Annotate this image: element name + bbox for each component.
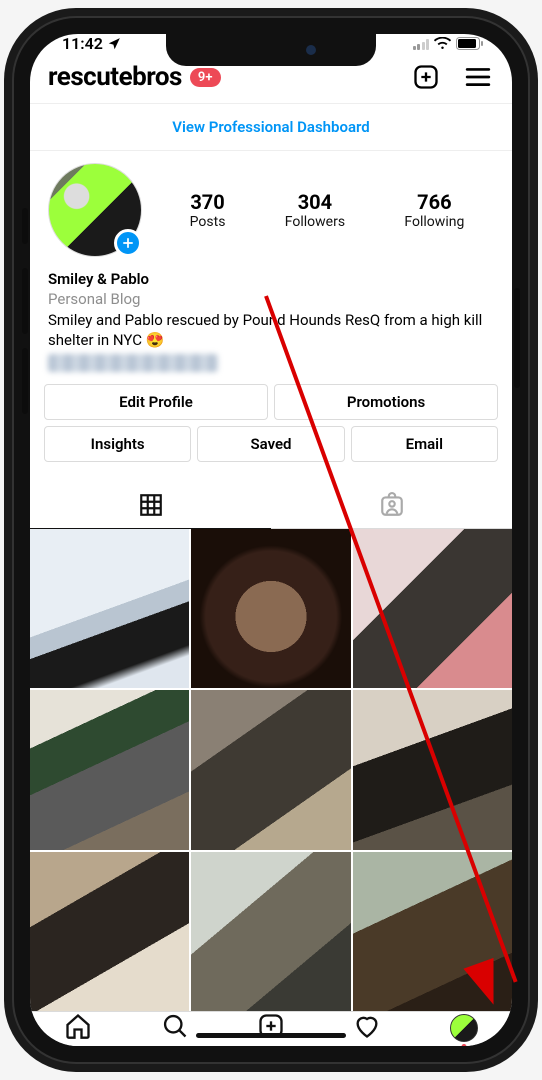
photo-grid	[30, 529, 512, 1011]
profile-avatar-icon	[450, 1014, 478, 1042]
profile-buttons: Edit Profile Promotions Insights Saved E…	[30, 384, 512, 468]
bio-text: Smiley and Pablo rescued by Pound Hounds…	[48, 310, 494, 351]
following-count: 766	[404, 190, 464, 214]
bio-link-redacted	[48, 354, 218, 372]
profile-avatar[interactable]	[48, 163, 142, 257]
home-indicator[interactable]	[196, 1033, 346, 1038]
volume-up-button	[22, 268, 28, 334]
stat-following[interactable]: 766 Following	[404, 190, 464, 230]
phone-frame: 11:42 rescutebros 9+	[14, 18, 528, 1062]
grid-icon	[138, 492, 164, 518]
profile-bio: Smiley & Pablo Personal Blog Smiley and …	[30, 263, 512, 384]
stat-posts[interactable]: 370 Posts	[190, 190, 226, 230]
volume-down-button	[22, 348, 28, 414]
add-story-icon[interactable]	[114, 229, 142, 257]
heart-icon	[353, 1012, 381, 1040]
profile-summary: 370 Posts 304 Followers 766 Following	[30, 151, 512, 263]
following-label: Following	[404, 214, 464, 230]
username-row[interactable]: rescutebros 9+	[48, 62, 410, 92]
screen: 11:42 rescutebros 9+	[30, 34, 512, 1046]
post-thumbnail[interactable]	[191, 690, 350, 849]
post-thumbnail[interactable]	[353, 529, 512, 688]
feed-tabs	[30, 482, 512, 529]
power-button	[514, 288, 520, 388]
followers-count: 304	[285, 190, 345, 214]
status-right	[413, 37, 489, 50]
professional-dashboard-link[interactable]: View Professional Dashboard	[30, 103, 512, 151]
notch	[166, 34, 376, 66]
notification-badge: 9+	[190, 68, 221, 87]
edit-profile-button[interactable]: Edit Profile	[44, 384, 268, 420]
tagged-icon	[379, 492, 405, 518]
nav-search[interactable]	[161, 1012, 189, 1044]
status-time: 11:42	[62, 34, 103, 53]
nav-activity[interactable]	[353, 1012, 381, 1044]
location-icon	[107, 37, 121, 51]
home-icon	[64, 1012, 92, 1040]
bottom-nav	[30, 1011, 512, 1046]
status-left: 11:42	[54, 34, 121, 53]
create-post-button[interactable]	[410, 61, 442, 93]
promotions-button[interactable]: Promotions	[274, 384, 498, 420]
email-button[interactable]: Email	[351, 426, 498, 462]
battery-icon	[456, 37, 484, 50]
nav-home[interactable]	[64, 1012, 92, 1044]
menu-button[interactable]	[462, 61, 494, 93]
bio-name: Smiley & Pablo	[48, 269, 494, 289]
stat-followers[interactable]: 304 Followers	[285, 190, 345, 230]
posts-label: Posts	[190, 214, 226, 230]
mute-switch	[22, 208, 28, 244]
post-thumbnail[interactable]	[30, 529, 189, 688]
tab-grid[interactable]	[30, 482, 271, 528]
cellular-icon	[413, 38, 430, 50]
tab-tagged[interactable]	[271, 482, 512, 528]
post-thumbnail[interactable]	[191, 852, 350, 1011]
posts-count: 370	[190, 190, 226, 214]
followers-label: Followers	[285, 214, 345, 230]
post-thumbnail[interactable]	[30, 852, 189, 1011]
post-thumbnail[interactable]	[191, 529, 350, 688]
bio-category: Personal Blog	[48, 289, 494, 309]
username-label: rescutebros	[48, 62, 182, 92]
saved-button[interactable]: Saved	[197, 426, 344, 462]
post-thumbnail[interactable]	[30, 690, 189, 849]
insights-button[interactable]: Insights	[44, 426, 191, 462]
nav-profile[interactable]	[450, 1014, 478, 1042]
wifi-icon	[434, 37, 451, 50]
search-icon	[161, 1012, 189, 1040]
post-thumbnail[interactable]	[353, 852, 512, 1011]
profile-stats: 370 Posts 304 Followers 766 Following	[160, 190, 494, 230]
nav-create[interactable]	[257, 1012, 285, 1044]
post-thumbnail[interactable]	[353, 690, 512, 849]
